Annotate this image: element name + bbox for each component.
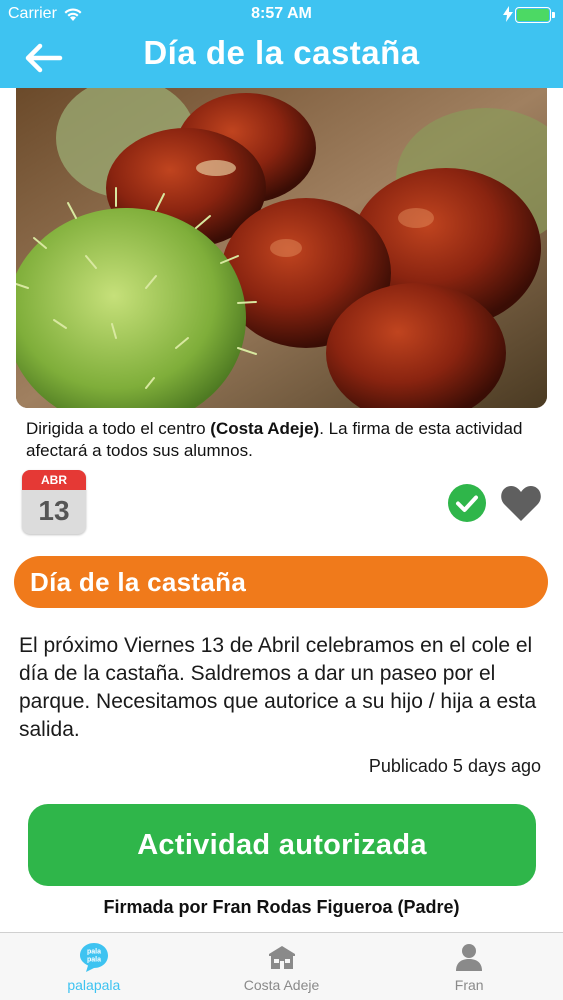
check-circle-icon[interactable] xyxy=(448,484,486,522)
activity-image xyxy=(16,88,547,408)
user-icon xyxy=(456,944,483,971)
tab-costa-adeje[interactable]: Costa Adeje xyxy=(188,933,376,1000)
tab-label-palapala: palapala xyxy=(67,977,121,993)
tab-label-costa-adeje: Costa Adeje xyxy=(243,977,320,993)
status-bar: Carrier 8:57 AM xyxy=(0,0,563,30)
calendar-month: ABR xyxy=(22,470,86,490)
activity-title: Día de la castaña xyxy=(14,556,548,608)
tab-label-fran: Fran xyxy=(454,977,484,993)
heart-icon[interactable] xyxy=(500,484,542,522)
audience-school: (Costa Adeje) xyxy=(210,419,320,438)
audience-prefix: Dirigida a todo el centro xyxy=(26,419,211,438)
tab-bar: pala pala palapala Costa Adeje Fran xyxy=(0,932,563,1000)
activity-description: El próximo Viernes 13 de Abril celebramo… xyxy=(19,634,537,741)
chestnut-photo xyxy=(16,88,547,408)
svg-text:pala: pala xyxy=(87,949,101,956)
calendar-icon: ABR 13 xyxy=(22,470,86,534)
charging-icon xyxy=(503,6,513,22)
signed-by: Firmada por Fran Rodas Figueroa (Padre) xyxy=(103,897,460,917)
audience-text: Dirigida a todo el centro (Costa Adeje).… xyxy=(26,418,546,462)
arrow-left-icon xyxy=(25,43,63,73)
school-icon xyxy=(268,946,295,969)
palapala-logo-icon: pala pala xyxy=(79,943,108,972)
tab-palapala[interactable]: pala pala palapala xyxy=(0,933,188,1000)
calendar-day: 13 xyxy=(38,495,70,526)
svg-text:pala: pala xyxy=(87,957,101,964)
page-title: Día de la castaña xyxy=(143,34,420,71)
tab-fran[interactable]: Fran xyxy=(375,933,563,1000)
header: Carrier 8:57 AM Día de la castaña xyxy=(0,0,563,88)
back-button[interactable] xyxy=(24,40,68,76)
published-date: Publicado 5 days ago xyxy=(368,756,541,776)
battery-icon xyxy=(515,7,555,23)
authorize-button[interactable]: Actividad autorizada xyxy=(28,804,536,886)
status-time: 8:57 AM xyxy=(251,5,312,22)
nav-bar: Día de la castaña xyxy=(0,30,563,88)
